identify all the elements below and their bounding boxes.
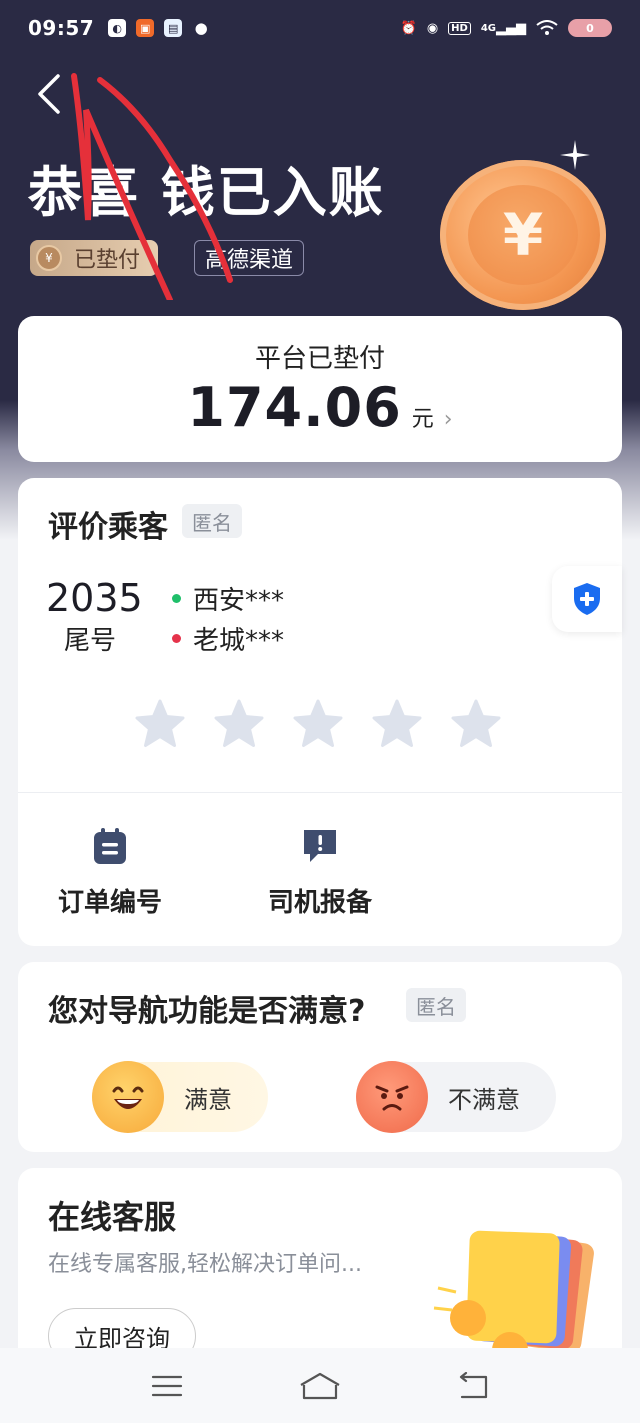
alarm-icon: ⏰	[400, 20, 417, 36]
page-title: 恭喜 钱已入账	[28, 161, 385, 224]
driver-report-label: 司机报备	[267, 888, 372, 918]
status-bar: 09:57 ◐ ▣ ▤ ● ⏰ ◉ HD 4G ▂▄▆ 0	[0, 0, 640, 56]
app-notification-icon: ▣	[136, 19, 155, 37]
hd-icon: HD	[448, 21, 471, 35]
star-icon[interactable]	[134, 698, 186, 750]
order-number-button[interactable]: 订单编号	[40, 826, 180, 919]
star-rating	[134, 698, 502, 750]
amount-row: 174.06 元 ›	[18, 376, 622, 439]
back-button[interactable]	[34, 72, 74, 120]
rate-title: 评价乘客	[48, 510, 168, 545]
battery-level: 0	[586, 21, 594, 35]
amount-card[interactable]: 平台已垫付 174.06 元 ›	[18, 316, 622, 462]
start-dot-icon	[172, 594, 181, 603]
coin-illustration: ¥	[440, 160, 606, 310]
star-icon[interactable]	[371, 698, 423, 750]
route-to: 老城***	[172, 620, 284, 657]
cs-subtitle: 在线专属客服,轻松解决订单问...	[48, 1252, 362, 1277]
rate-passenger-card: 评价乘客 匿名 2035 尾号 西安*** 老城*** 订单编号 司机报备	[18, 478, 622, 946]
safety-shield-button[interactable]	[552, 566, 622, 632]
location-icon: ◉	[426, 20, 439, 36]
navigation-feedback-card: 您对导航功能是否满意? 匿名 满意 不满意	[18, 962, 622, 1152]
angry-face-icon	[356, 1061, 428, 1133]
star-icon[interactable]	[292, 698, 344, 750]
battery-icon: 0	[568, 19, 612, 37]
paid-tag-label: 已垫付	[74, 248, 141, 273]
system-nav-bar	[0, 1348, 640, 1423]
app-notification-icon: ◐	[108, 19, 127, 37]
end-dot-icon	[172, 634, 181, 643]
navigation-question: 您对导航功能是否满意?	[48, 994, 366, 1029]
tail-number: 2035	[46, 576, 143, 620]
back-arrow-icon	[460, 1371, 488, 1398]
coin-small-icon: ¥	[36, 245, 62, 271]
happy-face-icon	[92, 1061, 164, 1133]
satisfied-button[interactable]: 满意	[92, 1061, 268, 1133]
wechat-icon: ●	[194, 19, 208, 37]
menu-icon	[151, 1375, 182, 1396]
cards-illustration	[433, 1230, 594, 1368]
satisfied-label: 满意	[184, 1085, 232, 1114]
paid-tag: ¥ 已垫付	[30, 240, 159, 276]
status-app-icons: ◐ ▣ ▤ ●	[108, 19, 210, 37]
amount-value: 174.06	[187, 376, 402, 439]
shield-icon	[574, 583, 600, 615]
app-notification-icon: ▤	[164, 19, 183, 37]
star-icon[interactable]	[450, 698, 502, 750]
unsatisfied-label: 不满意	[448, 1085, 520, 1114]
star-icon[interactable]	[213, 698, 265, 750]
order-doc-icon	[94, 828, 126, 864]
channel-tag: 高德渠道	[194, 240, 305, 276]
chevron-left-icon	[38, 74, 60, 114]
amount-label: 平台已垫付	[254, 344, 385, 374]
system-back-button[interactable]	[449, 1366, 497, 1406]
route-from: 西安***	[172, 580, 284, 617]
signal-icon: 4G ▂▄▆	[480, 20, 526, 36]
home-icon	[300, 1372, 340, 1399]
anonymous-badge: 匿名	[182, 504, 242, 538]
cs-title: 在线客服	[48, 1198, 177, 1236]
sparkle-icon	[560, 140, 590, 170]
yuan-icon: ¥	[468, 185, 578, 285]
order-number-label: 订单编号	[57, 888, 162, 918]
report-chat-icon	[304, 830, 336, 862]
divider	[18, 792, 622, 793]
network-label: 4G	[480, 22, 496, 34]
route-to-text: 老城***	[193, 626, 285, 656]
chevron-right-icon: ›	[443, 407, 453, 432]
driver-report-button[interactable]: 司机报备	[250, 826, 390, 919]
anonymous-badge: 匿名	[406, 988, 466, 1022]
amount-unit: 元	[411, 407, 434, 432]
wifi-icon	[536, 20, 558, 36]
menu-button[interactable]	[143, 1366, 191, 1406]
home-button[interactable]	[296, 1366, 344, 1406]
status-time: 09:57	[28, 16, 95, 40]
tail-label: 尾号	[64, 626, 117, 656]
route-from-text: 西安***	[193, 586, 285, 616]
status-indicators: ⏰ ◉ HD 4G ▂▄▆ 0	[401, 19, 612, 37]
unsatisfied-button[interactable]: 不满意	[356, 1061, 556, 1133]
